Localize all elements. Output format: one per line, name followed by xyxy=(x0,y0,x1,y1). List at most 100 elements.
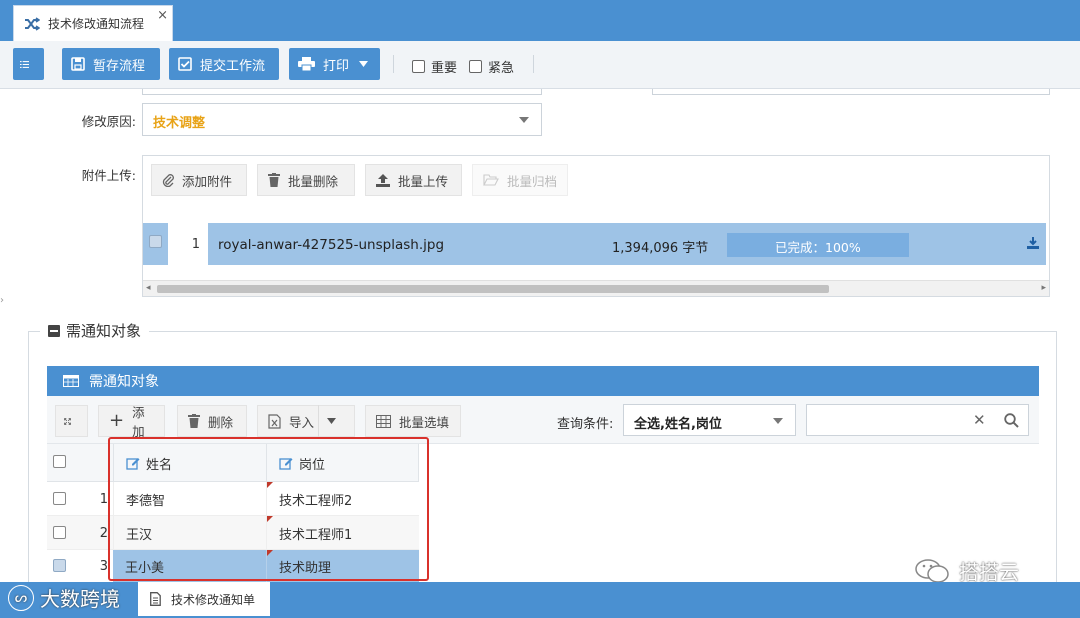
save-icon xyxy=(71,57,85,71)
submit-label: 提交工作流 xyxy=(200,58,266,74)
notify-panel-header: 需通知对象 xyxy=(47,366,1039,396)
caret-down-icon xyxy=(359,61,369,67)
batch-upload-button[interactable]: 批量上传 xyxy=(365,164,462,196)
watermark-right: 搭搭云 xyxy=(915,556,1019,585)
file-row-checkbox[interactable] xyxy=(149,235,162,248)
bottom-tab-notice[interactable]: 技术修改通知单 xyxy=(138,582,270,616)
import-button[interactable]: 导入 xyxy=(257,405,355,437)
query-select[interactable]: 全选,姓名,岗位 xyxy=(623,404,796,436)
scroll-left-icon[interactable]: ◂ xyxy=(146,283,151,293)
upload-icon xyxy=(376,174,390,187)
highlight-box xyxy=(108,437,429,581)
tab-label: 技术修改通知流程 xyxy=(48,17,145,31)
document-icon xyxy=(150,592,161,606)
file-index: 1 xyxy=(168,223,208,265)
trash-icon xyxy=(188,414,200,428)
batch-fill-button[interactable]: 批量选填 xyxy=(365,405,461,437)
batch-archive-button[interactable]: 批量归档 xyxy=(472,164,568,196)
scrollbar-thumb[interactable] xyxy=(157,285,829,293)
watermark-left-text: 大数跨境 xyxy=(40,587,120,611)
row-number: 1 xyxy=(99,491,108,507)
search-icon[interactable] xyxy=(1004,413,1019,428)
toolbar: 暂存流程 提交工作流 打印 重要 紧急 xyxy=(0,41,1080,89)
expand-icon xyxy=(64,417,71,425)
field-above-edge xyxy=(142,89,542,95)
paperclip-icon xyxy=(162,174,174,187)
notify-panel-title: 需通知对象 xyxy=(89,374,159,390)
add-button[interactable]: + 添加 xyxy=(98,405,165,439)
print-button[interactable]: 打印 xyxy=(289,48,380,80)
print-label: 打印 xyxy=(323,58,350,74)
urgent-checkbox[interactable]: 紧急 xyxy=(469,57,514,76)
minus-square-icon[interactable] xyxy=(48,324,60,337)
wechat-icon xyxy=(915,558,949,583)
notify-section-title: 需通知对象 xyxy=(66,322,142,340)
batch-delete-button[interactable]: 批量删除 xyxy=(257,164,355,196)
caret-down-icon xyxy=(773,418,783,424)
plus-icon: + xyxy=(109,410,125,431)
select-all-checkbox[interactable] xyxy=(53,455,66,468)
upload-progress-bar: 已完成：100% xyxy=(727,233,909,257)
add-attachment-label: 添加附件 xyxy=(182,173,233,189)
row-number: 3 xyxy=(99,558,108,574)
check-square-icon xyxy=(178,57,192,71)
caret-down-icon xyxy=(519,117,529,123)
watermark-right-text: 搭搭云 xyxy=(959,560,1019,584)
row-checkbox[interactable] xyxy=(53,559,66,572)
upload-status: 已完成：100% xyxy=(775,240,861,255)
excel-file-icon xyxy=(268,413,281,429)
urgent-label: 紧急 xyxy=(488,61,515,76)
important-label: 重要 xyxy=(431,61,458,76)
reason-select[interactable]: 技术调整 xyxy=(142,103,542,136)
file-name[interactable]: royal-anwar-427525-unsplash.jpg xyxy=(218,237,444,253)
scroll-right-icon[interactable]: ▸ xyxy=(1041,283,1046,293)
field-above-edge xyxy=(652,89,1050,95)
batch-upload-label: 批量上传 xyxy=(398,173,449,189)
attach-label: 附件上传: xyxy=(81,168,136,183)
reason-label: 修改原因: xyxy=(81,114,136,129)
list-menu-button[interactable] xyxy=(13,48,44,80)
reason-value: 技术调整 xyxy=(153,116,206,131)
add-attachment-button[interactable]: 添加附件 xyxy=(151,164,247,196)
bottom-tab-label: 技术修改通知单 xyxy=(171,592,256,607)
important-checkbox[interactable]: 重要 xyxy=(412,57,457,76)
collapse-handle[interactable]: › xyxy=(0,295,5,313)
import-dropdown[interactable] xyxy=(318,405,344,437)
folder-open-icon xyxy=(483,174,499,186)
save-draft-button[interactable]: 暂存流程 xyxy=(62,48,160,80)
table-icon xyxy=(63,375,79,387)
watermark-logo-icon: ᔕ xyxy=(8,584,34,611)
horizontal-scrollbar[interactable]: ◂ ▸ xyxy=(143,280,1049,296)
row-number: 2 xyxy=(99,525,108,541)
row-checkbox[interactable] xyxy=(53,526,66,539)
submit-workflow-button[interactable]: 提交工作流 xyxy=(169,48,279,80)
batch-fill-label: 批量选填 xyxy=(399,414,450,430)
save-draft-label: 暂存流程 xyxy=(93,58,146,74)
download-icon[interactable] xyxy=(1027,237,1039,249)
shuffle-icon xyxy=(25,16,40,31)
batch-archive-label: 批量归档 xyxy=(507,173,558,189)
query-label: 查询条件: xyxy=(557,417,614,432)
close-icon[interactable]: × xyxy=(157,8,168,23)
printer-icon xyxy=(298,57,315,71)
caret-down-icon xyxy=(327,418,336,424)
watermark-left: ᔕ 大数跨境 xyxy=(8,583,120,612)
import-label: 导入 xyxy=(289,414,315,430)
checkbox-box[interactable] xyxy=(469,60,482,73)
file-size: 1,394,096 字节 xyxy=(612,241,709,256)
query-value: 全选,姓名,岗位 xyxy=(634,417,722,432)
checkbox-box[interactable] xyxy=(412,60,425,73)
grid-icon xyxy=(376,414,391,428)
search-input[interactable]: ✕ xyxy=(806,404,1029,436)
tab-tech-change-flow[interactable]: 技术修改通知流程 × xyxy=(13,5,173,41)
batch-delete-label: 批量删除 xyxy=(288,173,339,189)
toolbar-divider xyxy=(533,55,534,73)
clear-icon[interactable]: ✕ xyxy=(973,411,986,429)
delete-label: 删除 xyxy=(208,414,234,430)
notify-section-header[interactable]: 需通知对象 xyxy=(40,320,150,341)
expand-button[interactable] xyxy=(55,405,88,437)
row-checkbox[interactable] xyxy=(53,492,66,505)
delete-button[interactable]: 删除 xyxy=(177,405,247,437)
trash-icon xyxy=(268,173,280,187)
list-icon xyxy=(20,60,29,68)
